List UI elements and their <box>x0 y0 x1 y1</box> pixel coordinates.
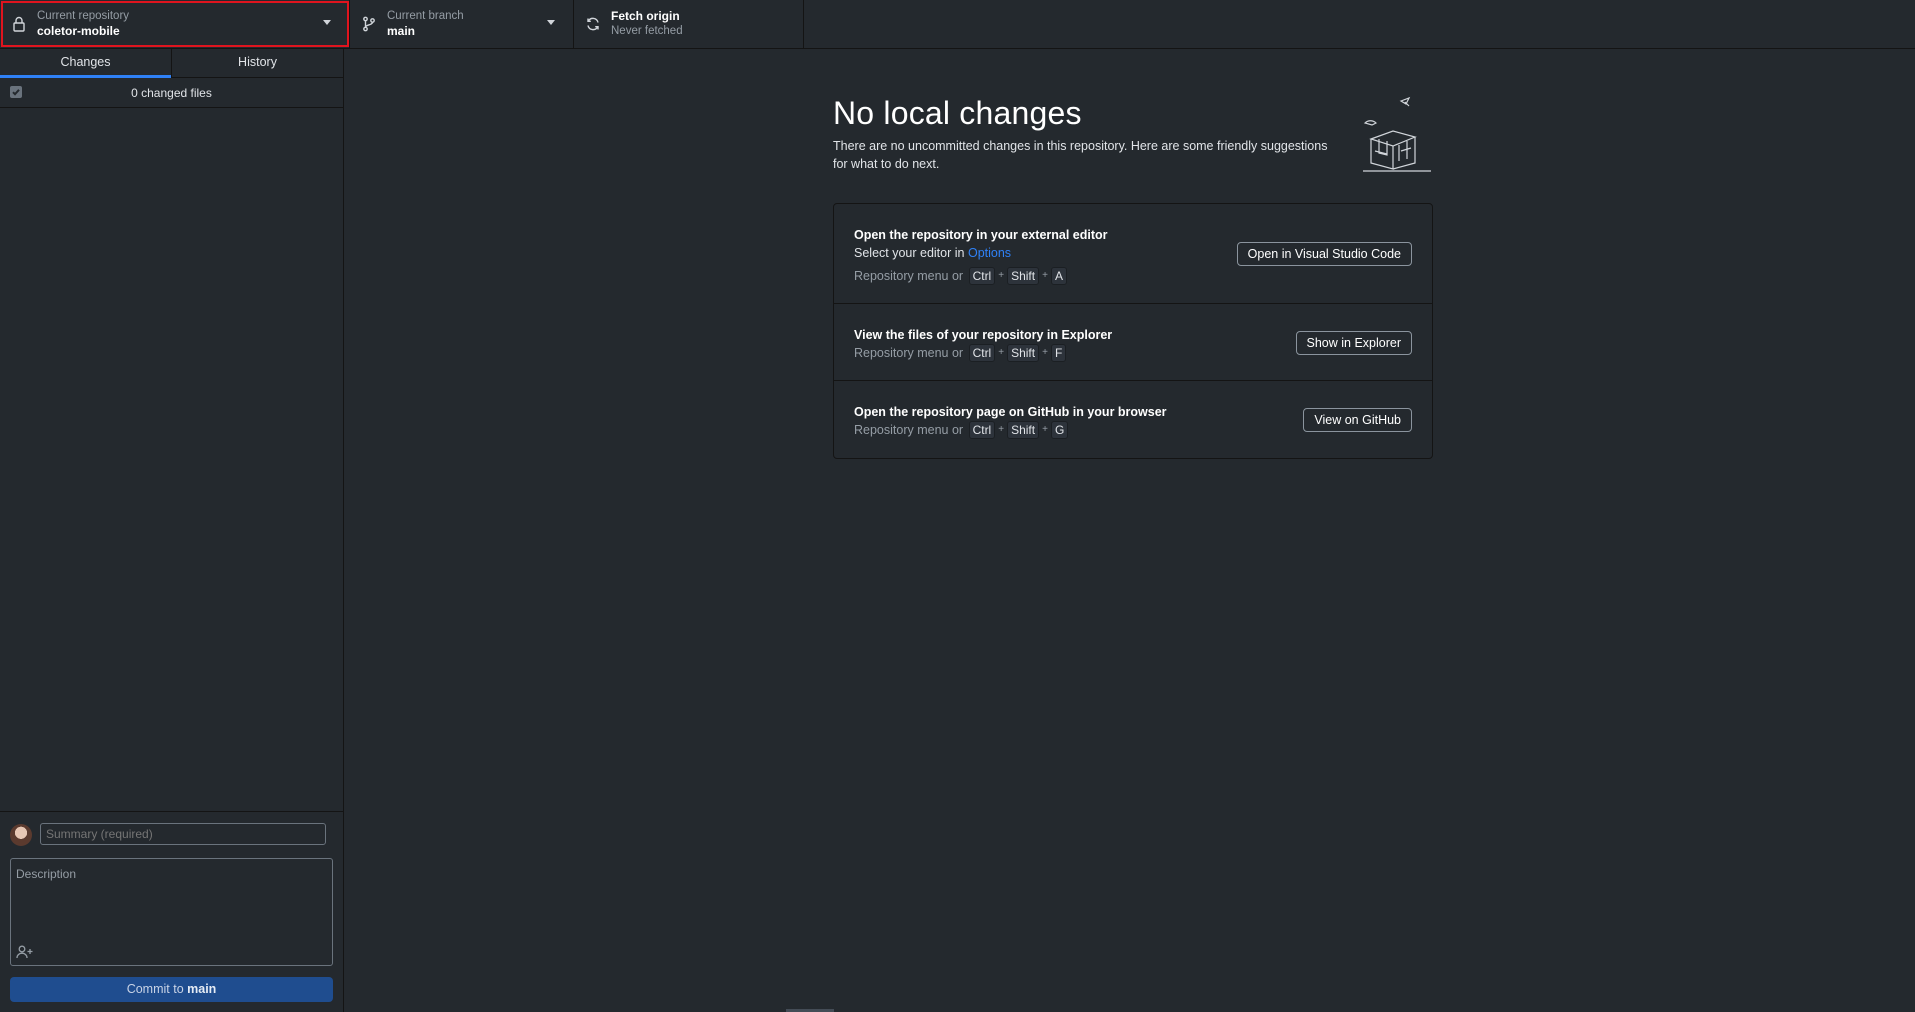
commit-area: Description Commit to main <box>0 811 343 1012</box>
tab-changes[interactable]: Changes <box>0 49 171 78</box>
suggestion-show-explorer: View the files of your repository in Exp… <box>834 304 1432 381</box>
add-coauthor-icon[interactable] <box>16 945 34 959</box>
main-content: No local changes There are no uncommitte… <box>344 49 1915 1012</box>
current-branch-button[interactable]: Current branch main <box>350 0 574 48</box>
sidebar-tabs: Changes History <box>0 49 343 78</box>
empty-state-illustration <box>1361 93 1433 173</box>
changed-files-header: 0 changed files <box>0 78 343 108</box>
lock-icon <box>10 15 28 33</box>
kbd-key: Ctrl <box>968 344 996 362</box>
kbd-key: Shift <box>1007 421 1040 439</box>
suggestion-subtitle: Select your editor in Options <box>854 244 1108 262</box>
toolbar: Current repository coletor-mobile Curren… <box>0 0 1915 49</box>
changed-files-count: 0 changed files <box>131 85 212 100</box>
blank-slate: No local changes There are no uncommitte… <box>833 93 1433 173</box>
avatar <box>10 824 32 846</box>
page-title: No local changes <box>833 95 1082 131</box>
fetch-origin-button[interactable]: Fetch origin Never fetched <box>574 0 804 48</box>
summary-input[interactable] <box>40 823 326 845</box>
description-placeholder: Description <box>16 867 77 881</box>
commit-button-label: Commit to <box>126 982 184 996</box>
sync-icon <box>584 15 602 33</box>
repository-name: coletor-mobile <box>37 24 120 38</box>
options-link[interactable]: Options <box>968 246 1011 260</box>
shortcut-prefix: Repository menu or <box>854 269 964 283</box>
shortcut-prefix: Repository menu or <box>854 423 964 437</box>
kbd-key: Shift <box>1007 344 1040 362</box>
repository-label: Current repository <box>37 10 130 22</box>
view-on-github-button[interactable]: View on GitHub <box>1303 408 1412 432</box>
select-editor-text: Select your editor in <box>854 246 965 260</box>
branch-icon <box>360 15 378 33</box>
kbd-key: G <box>1050 421 1069 439</box>
kbd-key: Shift <box>1007 267 1040 285</box>
suggestion-view-github: Open the repository page on GitHub in yo… <box>834 381 1432 458</box>
show-in-explorer-button[interactable]: Show in Explorer <box>1295 331 1412 355</box>
commit-button-branch: main <box>187 982 217 996</box>
shortcut-hint: Repository menu or Ctrl + Shift + F <box>854 344 1112 362</box>
tab-history[interactable]: History <box>171 49 343 77</box>
suggestion-title: Open the repository page on GitHub in yo… <box>854 405 1167 419</box>
shortcut-prefix: Repository menu or <box>854 346 964 360</box>
open-in-editor-button[interactable]: Open in Visual Studio Code <box>1236 242 1412 266</box>
suggestion-open-editor: Open the repository in your external edi… <box>834 204 1432 304</box>
suggestion-title: View the files of your repository in Exp… <box>854 328 1113 342</box>
fetch-origin-label: Fetch origin <box>611 9 680 23</box>
kbd-key: A <box>1050 267 1067 285</box>
sidebar: Changes History 0 changed files Descript… <box>0 49 344 1012</box>
suggestion-title: Open the repository in your external edi… <box>854 228 1108 242</box>
fetch-status: Never fetched <box>611 25 683 37</box>
branch-label: Current branch <box>387 10 464 22</box>
kbd-key: Ctrl <box>968 421 996 439</box>
kbd-key: F <box>1050 344 1067 362</box>
branch-name: main <box>387 24 416 38</box>
kbd-key: Ctrl <box>968 267 996 285</box>
suggestions-panel: Open the repository in your external edi… <box>833 203 1433 459</box>
select-all-checkbox[interactable] <box>10 86 22 98</box>
description-field[interactable]: Description <box>10 858 333 966</box>
shortcut-hint: Repository menu or Ctrl + Shift + A <box>854 267 1108 285</box>
chevron-down-icon <box>323 20 331 25</box>
shortcut-hint: Repository menu or Ctrl + Shift + G <box>854 421 1167 439</box>
page-subtitle: There are no uncommitted changes in this… <box>833 139 1328 171</box>
chevron-down-icon <box>547 20 555 25</box>
current-repository-button[interactable]: Current repository coletor-mobile <box>0 0 350 48</box>
commit-button[interactable]: Commit to main <box>10 977 333 1002</box>
